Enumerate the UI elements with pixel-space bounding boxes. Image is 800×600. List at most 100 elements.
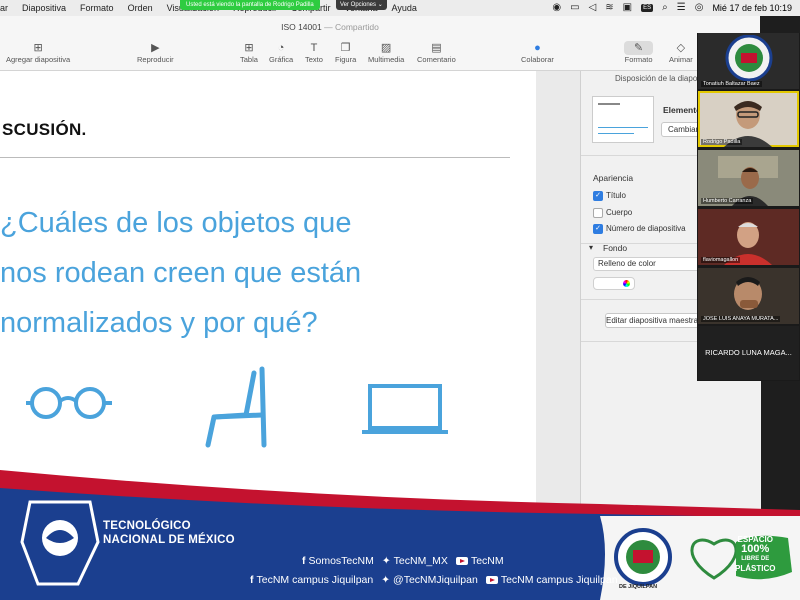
tecnm-org-name: TECNOLÓGICO NACIONAL DE MÉXICO	[103, 519, 235, 547]
format-label: Formato	[624, 55, 653, 64]
chart-icon: ◔	[277, 42, 285, 54]
social-line-2: f TecNM campus Jiquilpan ✦ @TecNMJiquilp…	[250, 574, 618, 586]
comment-button[interactable]: ▤ Comentario	[417, 41, 456, 64]
slide-title-rule	[0, 157, 510, 158]
campus-seal-icon	[614, 528, 672, 586]
facebook-icon: f	[302, 555, 306, 567]
shape-label: Figura	[335, 55, 357, 64]
play-button[interactable]: ▶ Reproducir	[137, 41, 174, 64]
color-well[interactable]	[593, 277, 635, 290]
question-line-2[interactable]: nos rodean creen que están	[0, 257, 361, 290]
org-name-line-1: TECNOLÓGICO	[103, 520, 191, 532]
spotlight-icon[interactable]: ⌕	[662, 0, 668, 16]
menu-bar-tray: ◉ ▭ ◁ ≋ ▣ ES ⌕ ☰ ◎ Mié 17 de feb 10:19	[552, 0, 800, 16]
comment-label: Comentario	[417, 55, 456, 64]
participant-name: Humberto Carranza	[701, 198, 754, 204]
title-checkbox[interactable]: ✓	[593, 191, 603, 201]
espacio-line-2: 100%	[741, 543, 770, 555]
menu-item-diapositiva[interactable]: Diapositiva	[22, 3, 66, 13]
menu-item-formato[interactable]: Formato	[80, 3, 114, 13]
participant-tile[interactable]: Humberto Carranza	[698, 150, 799, 206]
laptop-icon	[362, 384, 448, 434]
table-button[interactable]: ⊞ Tabla	[240, 41, 258, 64]
battery-icon[interactable]: ▭	[570, 0, 579, 16]
participant-name: JOSE LUIS ANAYA MURATA...	[701, 316, 781, 322]
twitter-handle[interactable]: TecNM_MX	[394, 555, 448, 567]
screen-icon[interactable]: ▣	[623, 0, 632, 16]
animate-button[interactable]: ◇ Animar	[669, 41, 693, 64]
participant-name: flaviomagallon	[701, 257, 741, 263]
input-source-icon[interactable]: ES	[641, 4, 654, 12]
toolbar: ⊞ Agregar diapositiva ▶ Reproducir ⊞ Tab…	[0, 38, 760, 71]
participant-tile-no-video[interactable]: RICARDO LUNA MAGA...	[698, 326, 799, 380]
play-icon: ▶	[151, 42, 160, 54]
participant-tile[interactable]: flaviomagallon	[698, 209, 799, 265]
format-button[interactable]: ✎ Formato	[624, 41, 654, 64]
participant-tile[interactable]: Tonatiuh Baltazar Baez	[698, 33, 799, 89]
campus-label: DE JIQUILPAN	[619, 584, 658, 590]
participant-name: Tonatiuh Baltazar Baez	[701, 81, 762, 87]
background-heading: Fondo	[603, 243, 628, 253]
screen-share-banner: Usted está viendo la pantalla de Rodrigo…	[180, 0, 320, 10]
question-line-1[interactable]: ¿Cuáles de los objetos que	[0, 207, 351, 240]
appearance-heading: Apariencia	[593, 173, 634, 183]
title-checkbox-label: Título	[606, 191, 627, 200]
espacio-libre-text: ESPACIO 100% LIBRE DE PLÁSTICO	[735, 535, 775, 573]
play-label: Reproducir	[137, 55, 174, 64]
slide-title[interactable]: SCUSIÓN.	[2, 120, 87, 140]
view-options-button[interactable]: Ver Opciones ⌄	[336, 0, 387, 10]
document-title: ISO 14001 — Compartido	[0, 22, 660, 32]
menu-item-partial[interactable]: ar	[0, 3, 8, 13]
chair-icon	[205, 366, 267, 448]
slide-number-checkbox-label: Número de diapositiva	[606, 224, 686, 233]
facebook-handle[interactable]: SomosTecNM	[309, 555, 374, 567]
zoom-participants-strip: Tonatiuh Baltazar Baez Rodrigo Padilla H…	[697, 33, 800, 381]
text-button[interactable]: T Texto	[305, 41, 323, 64]
wifi-icon[interactable]: ≋	[605, 0, 613, 16]
twitter-icon: ✦	[381, 555, 391, 567]
shape-icon: ❐	[340, 42, 351, 54]
tecnm-banner: TECNOLÓGICO NACIONAL DE MÉXICO f SomosTe…	[0, 470, 800, 600]
facebook-campus-handle[interactable]: TecNM campus Jiquilpan	[257, 574, 374, 586]
collaborate-button[interactable]: ● Colaborar	[521, 41, 554, 64]
youtube-campus-handle[interactable]: TecNM campus Jiquilpan	[501, 574, 618, 586]
add-slide-icon: ⊞	[33, 42, 43, 54]
cc-icon[interactable]: ◉	[552, 0, 561, 16]
youtube-icon	[485, 576, 498, 584]
collaborate-label: Colaborar	[521, 55, 554, 64]
table-icon: ⊞	[244, 42, 254, 54]
color-wheel-icon	[623, 280, 630, 287]
add-slide-button[interactable]: ⊞ Agregar diapositiva	[6, 41, 70, 64]
control-center-icon[interactable]: ☰	[677, 0, 686, 16]
master-thumbnail[interactable]	[592, 96, 654, 143]
body-checkbox[interactable]	[593, 208, 603, 218]
participant-tile[interactable]: JOSE LUIS ANAYA MURATA...	[698, 268, 799, 324]
slide-number-checkbox[interactable]: ✓	[593, 224, 603, 234]
youtube-handle[interactable]: TecNM	[471, 555, 504, 567]
chart-label: Gráfica	[269, 55, 294, 64]
menu-item-orden[interactable]: Orden	[128, 3, 153, 13]
fill-type-select[interactable]: Relleno de color	[593, 257, 709, 271]
body-checkbox-label: Cuerpo	[606, 208, 633, 217]
doc-title-text: ISO 14001	[281, 22, 322, 32]
keynote-window: ISO 14001 — Compartido ⊞ Agregar diaposi…	[0, 16, 761, 517]
chart-button[interactable]: ◔ Gráfica	[269, 41, 293, 64]
animate-label: Animar	[669, 55, 693, 64]
siri-icon[interactable]: ◎	[695, 0, 704, 16]
table-label: Tabla	[240, 55, 258, 64]
text-label: Texto	[305, 55, 323, 64]
media-icon: ▨	[380, 42, 392, 54]
media-button[interactable]: ▨ Multimedia	[368, 41, 404, 64]
social-line-1: f SomosTecNM ✦ TecNM_MX TecNM	[302, 555, 504, 567]
slide[interactable]: SCUSIÓN. ¿Cuáles de los objetos que nos …	[0, 71, 536, 517]
slide-canvas-area: SCUSIÓN. ¿Cuáles de los objetos que nos …	[0, 71, 761, 517]
twitter-campus-handle[interactable]: @TecNMJiquilpan	[393, 574, 478, 586]
volume-icon[interactable]: ◁	[589, 0, 597, 16]
background-disclosure-icon[interactable]: ▾	[589, 243, 593, 252]
menu-item-ayuda[interactable]: Ayuda	[392, 3, 417, 13]
participant-tile-active-speaker[interactable]: Rodrigo Padilla	[698, 91, 799, 147]
shape-button[interactable]: ❐ Figura	[335, 41, 356, 64]
edit-master-slide-button[interactable]: Editar diapositiva maestra	[605, 313, 699, 328]
question-line-3[interactable]: normalizados y por qué?	[0, 307, 318, 340]
clock[interactable]: Mié 17 de feb 10:19	[712, 3, 792, 13]
